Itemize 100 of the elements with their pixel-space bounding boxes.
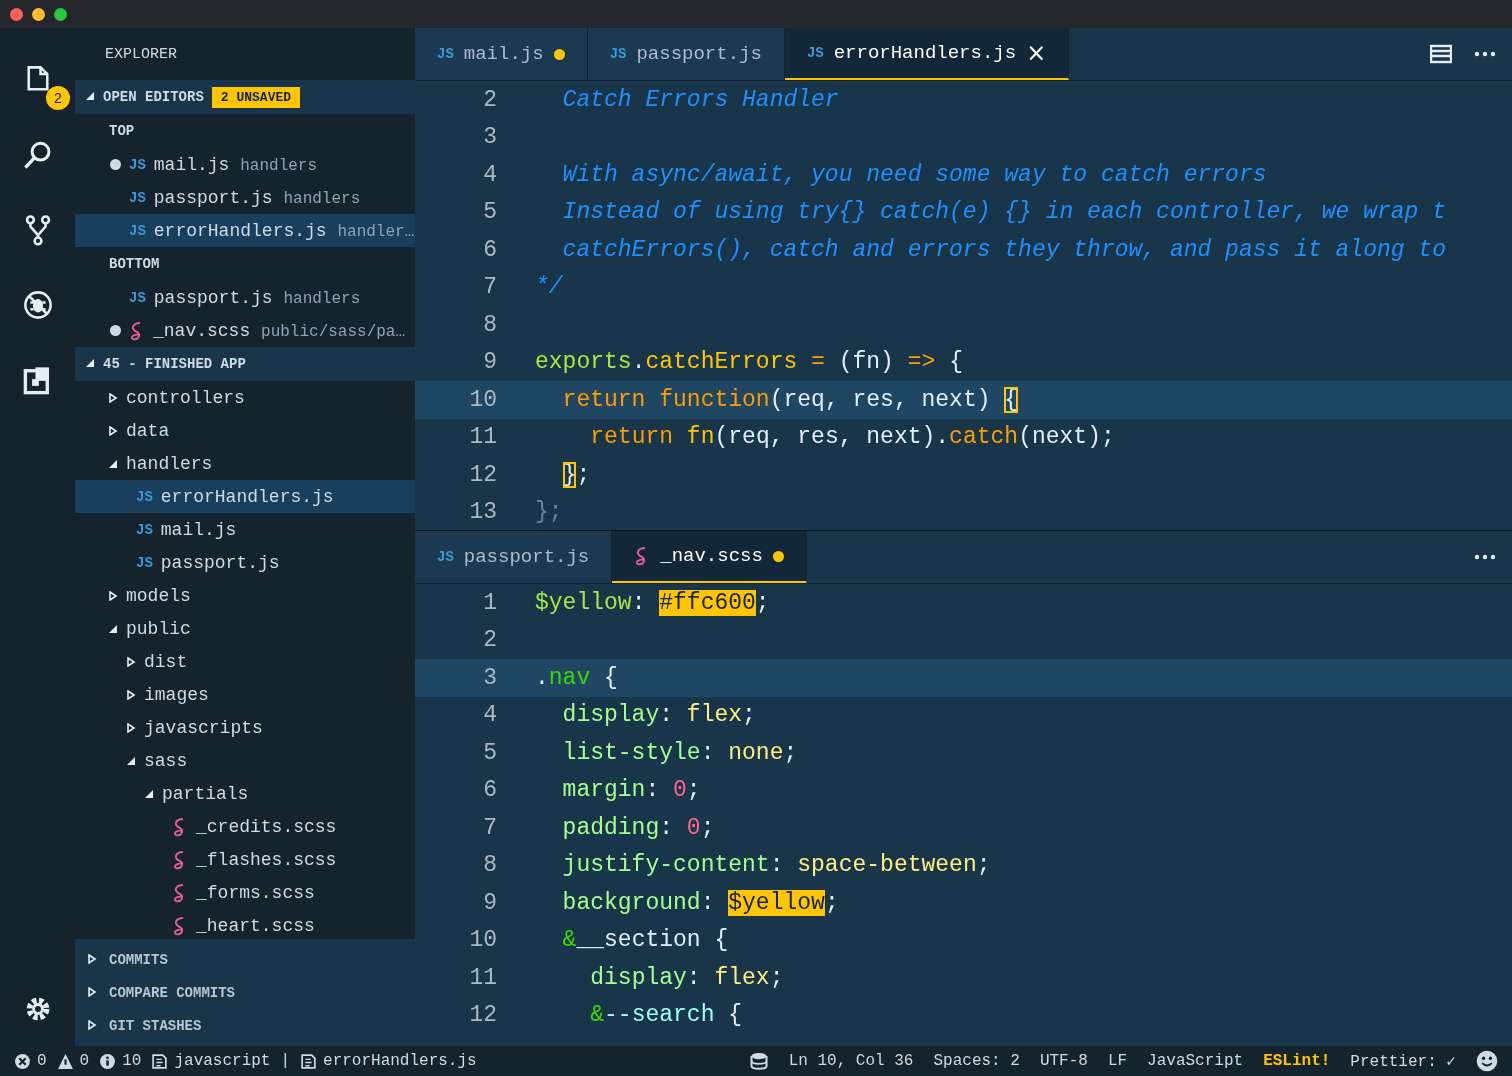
open-editor-item[interactable]: errorHandlers.js handler… <box>153 220 415 241</box>
file-name[interactable]: _credits.scss <box>196 816 337 837</box>
editor-tab[interactable]: JS mail.js <box>415 28 588 80</box>
database-icon[interactable] <box>748 1051 769 1071</box>
smiley-icon[interactable] <box>1476 1050 1498 1072</box>
folder-name[interactable]: partials <box>162 783 249 804</box>
open-editor-item[interactable]: mail.js handlers <box>153 154 318 175</box>
section-title[interactable]: GIT STASHES <box>109 1017 202 1034</box>
book-icon <box>300 1052 318 1070</box>
folder-name[interactable]: data <box>126 420 170 441</box>
collapsed-caret-icon[interactable] <box>126 722 136 733</box>
zoom-window-button[interactable] <box>54 7 67 21</box>
section-title[interactable]: COMPARE COMMITS <box>109 984 236 1001</box>
eslint-status[interactable]: ESLint! <box>1263 1052 1331 1070</box>
line-number: 13 <box>468 499 497 526</box>
collapsed-caret-icon[interactable] <box>87 1019 97 1030</box>
line-number: 1 <box>482 589 497 616</box>
file-name[interactable]: mail.js <box>160 519 237 540</box>
collapsed-caret-icon[interactable] <box>87 986 97 997</box>
split-editor-icon[interactable] <box>1430 43 1452 65</box>
open-editor-item[interactable]: _nav.scss public/sass/pa… <box>153 320 406 341</box>
line-number: 2 <box>482 86 497 113</box>
file-status[interactable]: errorHandlers.js <box>323 1052 477 1070</box>
folder-name[interactable]: controllers <box>126 387 245 408</box>
folder-name[interactable]: dist <box>144 651 188 672</box>
close-window-button[interactable] <box>10 7 23 21</box>
line-number: 3 <box>482 664 497 691</box>
editor-tab[interactable]: JS passport.js <box>415 531 613 583</box>
code-line: justify-content: space-between; <box>561 852 991 879</box>
folder-name[interactable]: sass <box>144 750 188 771</box>
collapsed-caret-icon[interactable] <box>108 590 118 601</box>
collapsed-caret-icon[interactable] <box>126 656 136 667</box>
expanded-caret-icon[interactable] <box>85 358 95 368</box>
folder-name[interactable]: images <box>144 684 209 705</box>
line-number: 3 <box>482 124 497 151</box>
section-title[interactable]: COMMITS <box>109 951 168 968</box>
section-title[interactable]: OPEN EDITORS <box>103 89 204 105</box>
line-number: 11 <box>468 964 497 991</box>
info-status[interactable]: 10 <box>122 1052 142 1070</box>
group-label: BOTTOM <box>108 255 161 274</box>
expanded-caret-icon[interactable] <box>108 623 118 634</box>
open-editor-item[interactable]: passport.js handlers <box>153 187 361 208</box>
status-item[interactable]: Ln 10, Col 36 <box>788 1052 914 1070</box>
warnings-status[interactable]: 0 <box>79 1052 90 1070</box>
folder-name[interactable]: handlers <box>126 453 213 474</box>
status-item[interactable]: UTF-8 <box>1039 1052 1088 1070</box>
open-editor-item[interactable]: passport.js handlers <box>153 287 361 308</box>
code-line: padding: 0; <box>561 814 715 841</box>
file-name[interactable]: errorHandlers.js <box>160 486 334 507</box>
expanded-caret-icon[interactable] <box>126 755 136 766</box>
status-item[interactable]: JavaScript <box>1147 1052 1244 1070</box>
js-file-icon: JS <box>129 189 146 206</box>
code-line: With async/await, you need some way to catch errors <box>561 161 1267 188</box>
collapsed-caret-icon[interactable] <box>108 425 118 436</box>
line-number: 9 <box>482 349 497 376</box>
status-item[interactable]: Prettier: ✓ <box>1350 1051 1456 1071</box>
status-item[interactable]: Spaces: 2 <box>933 1052 1020 1070</box>
collapsed-caret-icon[interactable] <box>87 953 97 964</box>
js-file-icon: JS <box>609 46 627 62</box>
close-icon[interactable]: × <box>1026 39 1047 67</box>
js-file-icon: JS <box>136 521 153 538</box>
code-line: &--search { <box>589 1002 743 1029</box>
status-item[interactable]: LF <box>1107 1052 1128 1070</box>
collapsed-caret-icon[interactable] <box>126 689 136 700</box>
file-name[interactable]: _heart.scss <box>196 915 315 936</box>
book-icon <box>151 1052 169 1070</box>
file-name[interactable]: _forms.scss <box>196 882 315 903</box>
section-title[interactable]: 45 - FINISHED APP <box>103 356 246 372</box>
line-number: 4 <box>482 161 497 188</box>
collapsed-caret-icon[interactable] <box>108 392 118 403</box>
editor-tab[interactable]: JS passport.js <box>587 28 785 80</box>
line-number: 6 <box>482 777 497 804</box>
js-file-icon: JS <box>129 156 146 173</box>
folder-name[interactable]: javascripts <box>144 717 263 738</box>
code-line: $yellow: #ffc600; <box>535 589 770 616</box>
code-line: background: $yellow; <box>561 889 839 916</box>
editor-tab[interactable]: JS errorHandlers.js × <box>784 28 1070 80</box>
errors-status[interactable]: 0 <box>37 1052 47 1070</box>
line-number: 12 <box>468 1002 497 1029</box>
minimize-window-button[interactable] <box>32 7 45 21</box>
code-line: catchErrors(), catch and errors they throw, and pass it along to <box>561 236 1446 263</box>
folder-name[interactable]: models <box>126 585 191 606</box>
no-bug-icon[interactable] <box>21 288 54 321</box>
line-number: 5 <box>482 199 497 226</box>
folder-name[interactable]: public <box>126 618 191 639</box>
expanded-caret-icon[interactable] <box>144 788 154 799</box>
file-name[interactable]: _flashes.scss <box>196 849 337 870</box>
editor-tab[interactable]: _nav.scss <box>612 531 807 583</box>
repo-status[interactable]: javascript <box>174 1052 271 1070</box>
file-name[interactable]: passport.js <box>160 552 280 573</box>
js-file-icon: JS <box>437 549 454 565</box>
notification-badge: 2 <box>46 86 70 110</box>
unsaved-badge: 2 UNSAVED <box>211 86 301 108</box>
expanded-caret-icon[interactable] <box>108 458 118 469</box>
line-number: 7 <box>482 274 497 301</box>
code-line: Catch Errors Handler <box>561 86 839 113</box>
expanded-caret-icon[interactable] <box>85 91 95 101</box>
warning-icon <box>56 1052 74 1070</box>
js-file-icon: JS <box>136 554 153 571</box>
code-line: */ <box>535 274 563 301</box>
